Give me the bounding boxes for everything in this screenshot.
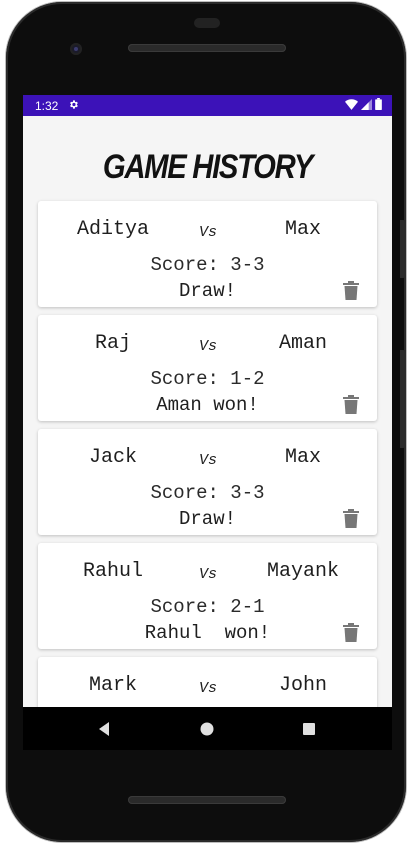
history-list-container[interactable]: GAME HISTORY Aditya Vs Max Score: 3-3 Dr… bbox=[23, 116, 392, 707]
page-title: GAME HISTORY bbox=[102, 147, 314, 187]
battery-icon bbox=[375, 98, 382, 113]
wifi-icon bbox=[345, 98, 358, 113]
status-time: 1:32 bbox=[35, 98, 59, 113]
vs-label: Vs bbox=[198, 680, 217, 697]
gear-icon bbox=[68, 99, 79, 113]
player1-name: Raj bbox=[94, 332, 131, 355]
signal-icon bbox=[361, 98, 372, 113]
navigation-bar bbox=[23, 707, 392, 750]
game-card[interactable]: Raj Vs Aman Score: 1-2 Aman won! bbox=[38, 315, 377, 421]
trash-icon[interactable] bbox=[343, 509, 359, 528]
game-card[interactable]: Rahul Vs Mayank Score: 2-1 Rahul won! bbox=[38, 543, 377, 649]
player1-name: Jack bbox=[88, 446, 137, 469]
game-card[interactable]: Mark Vs John bbox=[38, 657, 377, 707]
player1-name: Rahul bbox=[82, 560, 143, 583]
player1-name: Aditya bbox=[76, 218, 149, 241]
player2-name: Max bbox=[284, 446, 321, 469]
trash-icon[interactable] bbox=[343, 395, 359, 414]
score-text: Score: 2-1 bbox=[150, 596, 265, 618]
power-button bbox=[400, 220, 406, 278]
status-bar: 1:32 bbox=[23, 95, 392, 116]
back-triangle-icon[interactable] bbox=[95, 719, 115, 739]
app-screen: 1:32 GAME HISTORY Aditya Vs Max Score: 3… bbox=[23, 95, 392, 750]
vs-label: Vs bbox=[198, 452, 217, 469]
home-circle-icon[interactable] bbox=[197, 719, 217, 739]
player1-name: Mark bbox=[88, 674, 137, 697]
trash-icon[interactable] bbox=[343, 623, 359, 642]
front-camera bbox=[70, 43, 82, 55]
vs-label: Vs bbox=[198, 338, 217, 355]
score-text: Score: 3-3 bbox=[150, 254, 265, 276]
bottom-speaker-grille bbox=[128, 796, 286, 804]
volume-button bbox=[400, 350, 406, 448]
vs-label: Vs bbox=[198, 224, 217, 241]
player2-name: Aman bbox=[278, 332, 327, 355]
result-text: Rahul won! bbox=[144, 622, 271, 644]
result-text: Aman won! bbox=[156, 394, 259, 416]
score-text: Score: 1-2 bbox=[150, 368, 265, 390]
player2-name: Max bbox=[284, 218, 321, 241]
result-text: Draw! bbox=[178, 508, 236, 530]
earpiece bbox=[194, 18, 220, 28]
vs-label: Vs bbox=[198, 566, 217, 583]
top-speaker-grille bbox=[128, 44, 286, 52]
game-list: Aditya Vs Max Score: 3-3 Draw! Raj Vs Am… bbox=[23, 201, 392, 707]
score-text: Score: 3-3 bbox=[150, 482, 265, 504]
game-card[interactable]: Jack Vs Max Score: 3-3 Draw! bbox=[38, 429, 377, 535]
trash-icon[interactable] bbox=[343, 281, 359, 300]
game-card[interactable]: Aditya Vs Max Score: 3-3 Draw! bbox=[38, 201, 377, 307]
recents-square-icon[interactable] bbox=[299, 719, 319, 739]
player2-name: John bbox=[278, 674, 327, 697]
player2-name: Mayank bbox=[266, 560, 339, 583]
result-text: Draw! bbox=[178, 280, 236, 302]
